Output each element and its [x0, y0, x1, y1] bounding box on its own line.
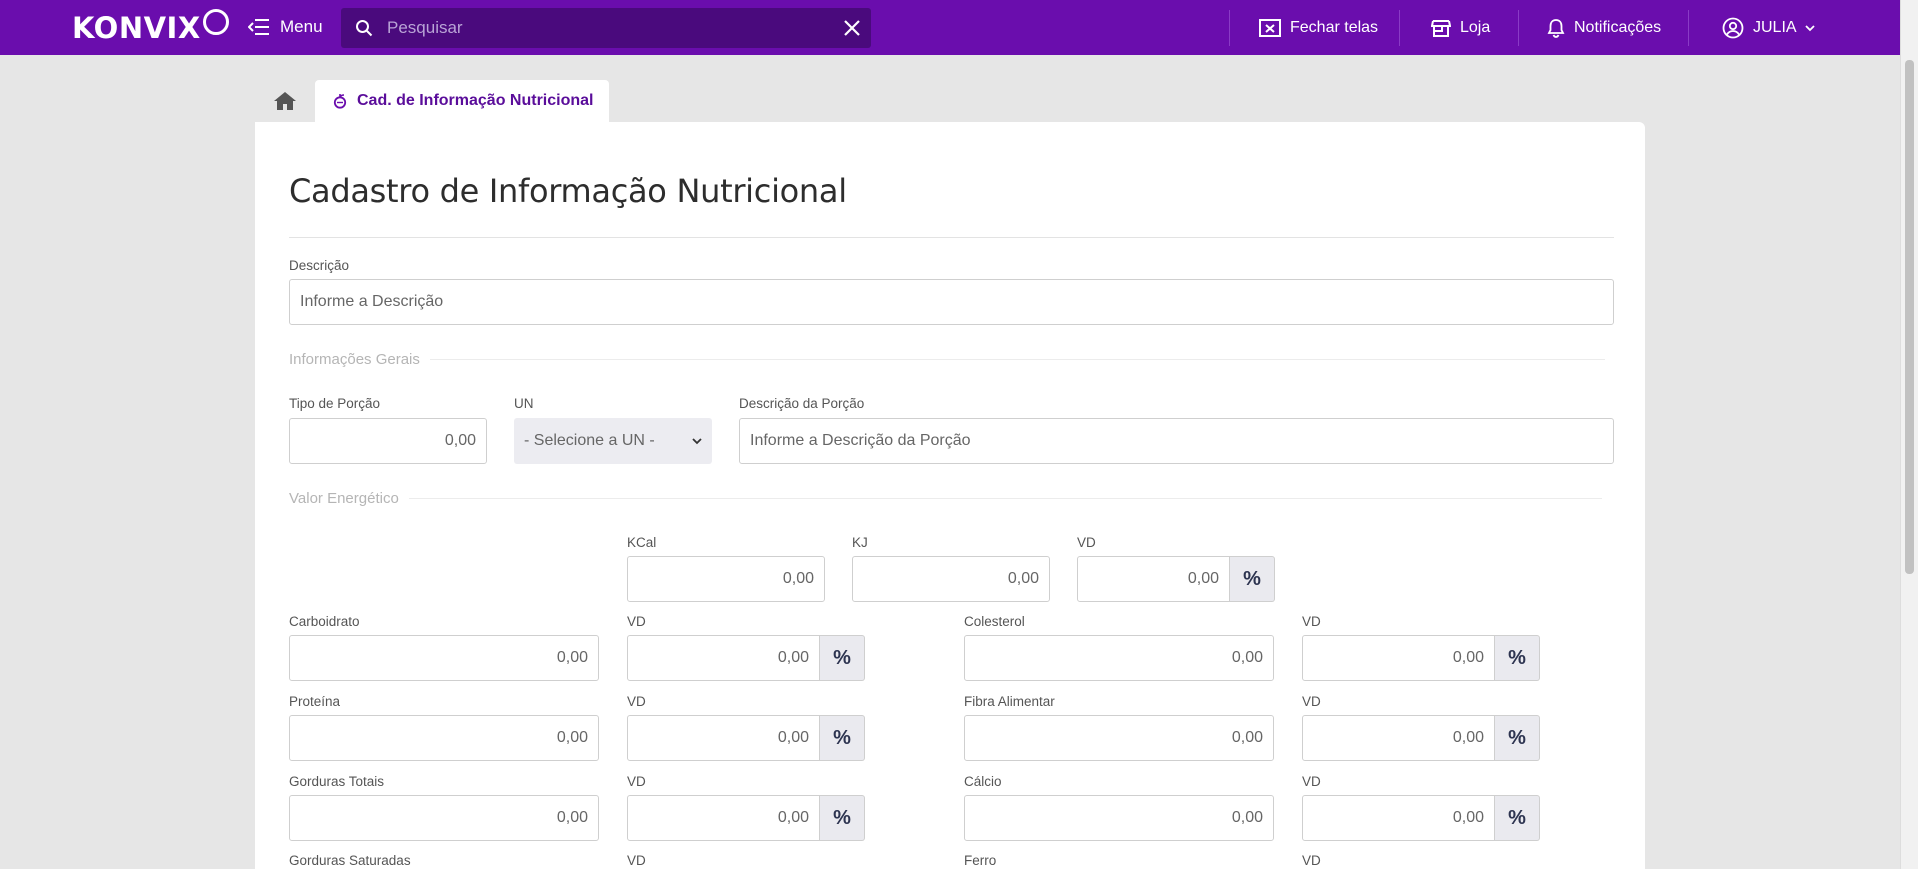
colesterol-vd-label: VD	[1302, 614, 1321, 629]
un-select[interactable]: - Selecione a UN -	[514, 418, 712, 464]
section-title: Informações Gerais	[289, 351, 420, 368]
home-tab[interactable]	[268, 86, 302, 116]
nav-divider	[1518, 10, 1519, 46]
menu-button[interactable]: Menu	[248, 14, 323, 40]
fibra-alimentar-vd-input[interactable]	[1302, 715, 1495, 761]
section-title: Valor Energético	[289, 490, 399, 507]
calcio-label: Cálcio	[964, 774, 1002, 789]
gorduras-saturadas-label: Gorduras Saturadas	[289, 853, 411, 868]
percent-addon: %	[1495, 635, 1540, 681]
kcal-label: KCal	[627, 535, 657, 550]
kj-label: KJ	[852, 535, 868, 550]
percent-addon: %	[820, 795, 865, 841]
descricao-porcao-input[interactable]	[739, 418, 1614, 464]
percent-addon: %	[820, 715, 865, 761]
search-bar	[341, 8, 871, 48]
kcal-input[interactable]	[627, 556, 825, 602]
brand-name: KONVIX	[72, 11, 201, 45]
un-label: UN	[514, 396, 534, 411]
store-button[interactable]: Loja	[1431, 14, 1490, 42]
proteina-label: Proteína	[289, 694, 341, 709]
brand-mark-icon	[202, 9, 229, 35]
close-screens-button[interactable]: Fechar telas	[1259, 14, 1378, 42]
page-title: Cadastro de Informação Nutricional	[289, 172, 847, 210]
store-label: Loja	[1460, 19, 1491, 36]
descricao-label: Descrição	[289, 258, 350, 273]
ferro-label: Ferro	[964, 853, 997, 868]
carboidrato-label: Carboidrato	[289, 614, 360, 629]
store-icon	[1431, 20, 1451, 37]
close-window-icon	[1259, 19, 1281, 37]
gorduras-totais-input[interactable]	[289, 795, 599, 841]
proteina-vd-label: VD	[627, 694, 646, 709]
tipo-porcao-label: Tipo de Porção	[289, 396, 381, 411]
nav-divider	[1688, 10, 1689, 46]
page-scrollbar[interactable]	[1900, 0, 1918, 869]
percent-addon: %	[820, 635, 865, 681]
fibra-alimentar-vd-label: VD	[1302, 694, 1321, 709]
tab-nutritional-info[interactable]: Cad. de Informação Nutricional	[315, 80, 609, 122]
notifications-label: Notificações	[1574, 19, 1662, 36]
ferro-vd-label: VD	[1302, 853, 1321, 868]
close-screens-label: Fechar telas	[1290, 19, 1379, 36]
brand-logo[interactable]: KONVIX	[72, 9, 229, 46]
tab-label: Cad. de Informação Nutricional	[357, 92, 594, 109]
top-navbar: KONVIX Menu Fechar telas Loja	[0, 0, 1900, 55]
calcio-vd-label: VD	[1302, 774, 1321, 789]
proteina-input[interactable]	[289, 715, 599, 761]
colesterol-input[interactable]	[964, 635, 1274, 681]
colesterol-vd-input[interactable]	[1302, 635, 1495, 681]
scrollbar-thumb[interactable]	[1905, 60, 1914, 574]
tipo-porcao-input[interactable]	[289, 418, 487, 464]
title-divider	[289, 237, 1614, 238]
percent-addon: %	[1495, 715, 1540, 761]
percent-addon: %	[1495, 795, 1540, 841]
section-valor-energetico: Valor Energético	[289, 490, 1602, 507]
nav-divider	[1229, 10, 1230, 46]
fruit-icon	[333, 94, 347, 109]
gorduras-totais-vd-label: VD	[627, 774, 646, 789]
un-selected-value: - Selecione a UN -	[524, 432, 655, 449]
kj-input[interactable]	[852, 556, 1050, 602]
search-input[interactable]	[387, 18, 843, 38]
chevron-down-icon	[1804, 25, 1815, 32]
bell-icon	[1547, 19, 1565, 38]
calcio-vd-input[interactable]	[1302, 795, 1495, 841]
clear-search-icon[interactable]	[843, 19, 861, 37]
home-icon	[274, 92, 296, 110]
user-avatar-icon	[1722, 17, 1744, 39]
carboidrato-vd-label: VD	[627, 614, 646, 629]
fibra-alimentar-input[interactable]	[964, 715, 1274, 761]
calcio-input[interactable]	[964, 795, 1274, 841]
vd-energetico-input[interactable]	[1077, 556, 1230, 602]
gorduras-totais-label: Gorduras Totais	[289, 774, 385, 789]
gorduras-saturadas-vd-label: VD	[627, 853, 646, 868]
form-card: Cadastro de Informação Nutricional Descr…	[255, 122, 1645, 869]
descricao-porcao-label: Descrição da Porção	[739, 396, 865, 411]
vd-energetico-label: VD	[1077, 535, 1096, 550]
descricao-input[interactable]	[289, 279, 1614, 325]
fibra-alimentar-label: Fibra Alimentar	[964, 694, 1055, 709]
user-menu-button[interactable]: JULIA	[1722, 14, 1815, 42]
proteina-vd-input[interactable]	[627, 715, 820, 761]
menu-icon	[248, 19, 269, 35]
percent-addon: %	[1230, 556, 1275, 602]
gorduras-totais-vd-input[interactable]	[627, 795, 820, 841]
carboidrato-input[interactable]	[289, 635, 599, 681]
section-divider	[408, 498, 1602, 499]
search-icon	[356, 20, 373, 37]
section-divider	[429, 359, 1605, 360]
colesterol-label: Colesterol	[964, 614, 1025, 629]
section-informacoes-gerais: Informações Gerais	[289, 351, 1605, 368]
notifications-button[interactable]: Notificações	[1547, 14, 1661, 42]
carboidrato-vd-input[interactable]	[627, 635, 820, 681]
chevron-down-icon	[692, 438, 702, 445]
user-name: JULIA	[1753, 19, 1797, 36]
menu-label: Menu	[280, 17, 323, 36]
nav-divider	[1399, 10, 1400, 46]
